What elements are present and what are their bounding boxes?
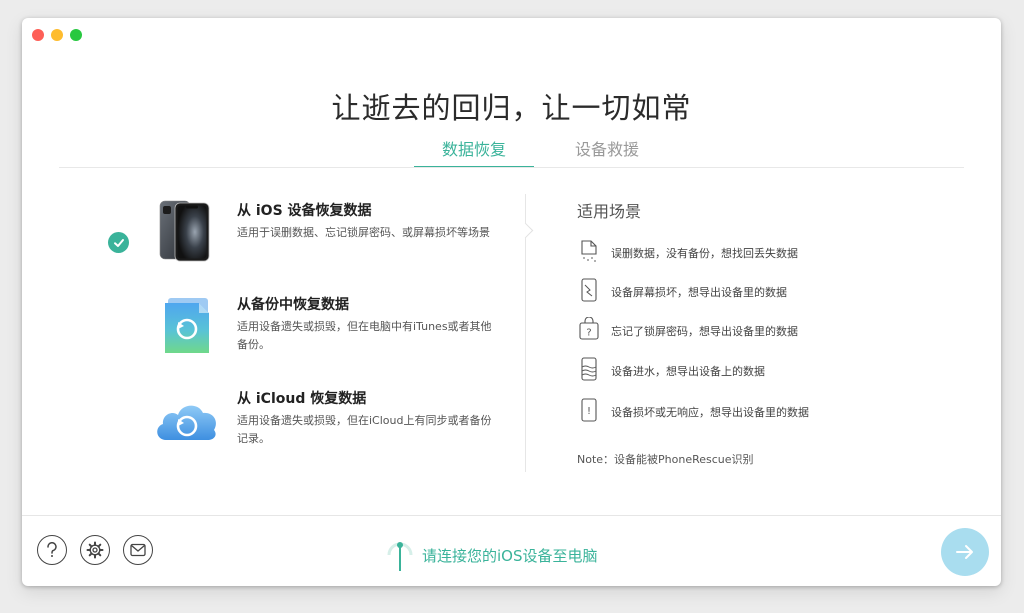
next-button[interactable] xyxy=(941,528,989,576)
scene-text: 误删数据，没有备份，想找回丢失数据 xyxy=(611,247,798,260)
option-description: 适用于误删数据、忘记锁屏密码、或屏幕损坏等场景 xyxy=(237,226,490,239)
backup-file-icon xyxy=(152,292,220,360)
app-window: 让逝去的回归，让一切如常 数据恢复 设备救援 从 iOS 设备恢复数据 适用于误… xyxy=(22,18,1001,586)
option-description: 适用设备遗失或损毁，但在电脑中有iTunes或者其他备份。 xyxy=(237,320,492,351)
water-damage-icon xyxy=(578,357,600,381)
scene-text: 设备进水，想导出设备上的数据 xyxy=(611,365,765,378)
icloud-icon xyxy=(152,386,220,454)
mode-tabs: 数据恢复 设备救援 xyxy=(22,136,1001,168)
selected-check-icon xyxy=(108,232,129,253)
option-description: 适用设备遗失或损毁，但在iCloud上有同步或者备份记录。 xyxy=(237,414,492,445)
page-headline: 让逝去的回归，让一切如常 xyxy=(331,91,692,125)
scene-text: 忘记了锁屏密码，想导出设备里的数据 xyxy=(611,325,798,338)
iphone-icon xyxy=(152,198,220,266)
scenes-title: 适用场景 xyxy=(577,202,642,221)
feedback-button[interactable] xyxy=(123,535,153,565)
arrow-right-icon xyxy=(956,545,973,559)
option-backup[interactable]: 从备份中恢复数据 适用设备遗失或损毁，但在电脑中有iTunes或者其他备份。 xyxy=(102,292,532,376)
compatibility-note: Note：设备能被PhoneRescue识别 xyxy=(577,453,754,466)
scene-text: 设备损坏或无响应，想导出设备里的数据 xyxy=(611,406,809,419)
tabs-divider xyxy=(59,167,964,168)
footer-divider xyxy=(22,515,1001,516)
svg-text:?: ? xyxy=(586,328,591,339)
option-ios-device[interactable]: 从 iOS 设备恢复数据 适用于误删数据、忘记锁屏密码、或屏幕损坏等场景 xyxy=(102,198,532,282)
broken-screen-icon xyxy=(578,278,600,302)
scene-text: 设备屏幕损坏，想导出设备里的数据 xyxy=(611,286,787,299)
option-title: 从备份中恢复数据 xyxy=(237,297,349,313)
mail-icon xyxy=(130,543,146,557)
tab-data-recovery[interactable]: 数据恢复 xyxy=(414,136,534,168)
connect-device-hint: 请连接您的iOS设备至电脑 xyxy=(422,547,598,565)
option-title: 从 iOS 设备恢复数据 xyxy=(237,203,372,219)
option-title: 从 iCloud 恢复数据 xyxy=(237,391,367,407)
deleted-file-icon xyxy=(578,239,600,263)
help-button[interactable] xyxy=(37,535,67,565)
usb-cable-icon xyxy=(383,533,417,573)
maximize-window-button[interactable] xyxy=(70,29,82,41)
unresponsive-device-icon: ! xyxy=(578,398,600,422)
option-icloud[interactable]: 从 iCloud 恢复数据 适用设备遗失或损毁，但在iCloud上有同步或者备份… xyxy=(102,386,532,470)
tab-device-rescue[interactable]: 设备救援 xyxy=(547,136,667,166)
help-icon xyxy=(47,542,57,557)
locked-device-icon: ? xyxy=(578,316,600,341)
gear-icon xyxy=(86,541,104,559)
settings-button[interactable] xyxy=(80,535,110,565)
minimize-window-button[interactable] xyxy=(51,29,63,41)
window-controls xyxy=(32,29,82,41)
svg-text:!: ! xyxy=(587,406,591,417)
close-window-button[interactable] xyxy=(32,29,44,41)
